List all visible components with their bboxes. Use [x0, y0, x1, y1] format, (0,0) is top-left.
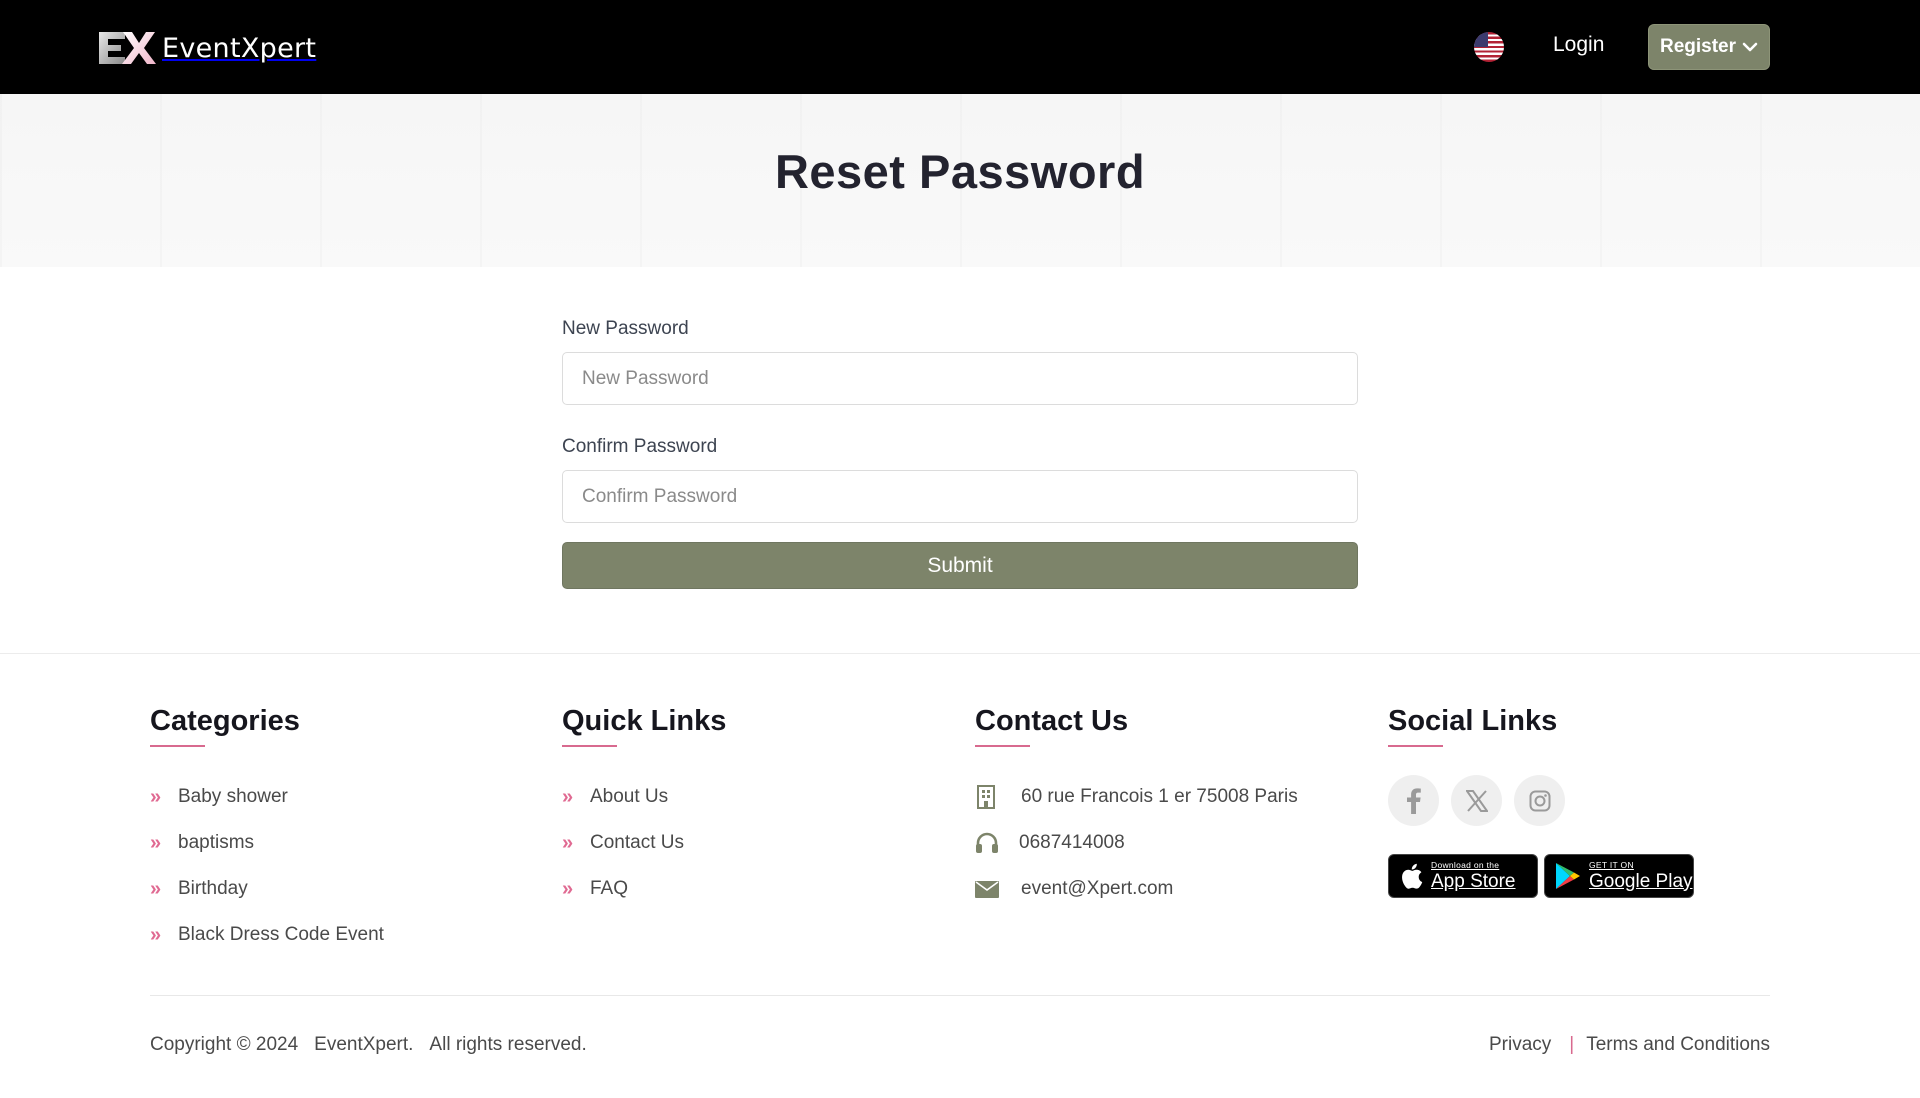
submit-button[interactable]: Submit [562, 542, 1358, 589]
copyright-text: Copyright © 2024 [150, 1034, 299, 1055]
register-label: Register [1659, 36, 1737, 57]
list-item: » Baby shower [150, 774, 384, 820]
google-play-button[interactable]: GET IT ON Google Play [1544, 854, 1694, 898]
categories-title: Categories [150, 705, 300, 737]
copyright: Copyright © 2024 EventXpert. All rights … [150, 1034, 587, 1056]
double-chevron-right-icon: » [150, 831, 161, 854]
new-password-input[interactable] [562, 352, 1358, 405]
double-chevron-right-icon: » [150, 877, 161, 900]
list-item: » Birthday [150, 866, 384, 912]
brand-logo[interactable]: EventXpert [99, 28, 316, 68]
category-link[interactable]: Birthday [178, 878, 248, 900]
contact-phone: 0687414008 [975, 820, 1298, 866]
copyright-brand: EventXpert. [314, 1034, 414, 1055]
building-icon [975, 785, 1021, 809]
category-link[interactable]: Baby shower [178, 786, 288, 808]
double-chevron-right-icon: » [562, 785, 573, 808]
contact-title: Contact Us [975, 705, 1129, 737]
footer-divider [0, 653, 1920, 654]
apple-icon [1402, 863, 1423, 889]
contact-address: 60 rue Francois 1 er 75008 Paris [975, 774, 1298, 820]
page-title: Reset Password [774, 145, 1146, 198]
facebook-icon[interactable] [1388, 775, 1439, 826]
list-item: » Black Dress Code Event [150, 912, 384, 958]
new-password-label: New Password [562, 318, 689, 339]
contact-us-link[interactable]: Contact Us [590, 832, 684, 854]
footer-quick-links: Quick Links » About Us » Contact Us » FAQ [562, 703, 726, 912]
list-item: » FAQ [562, 866, 726, 912]
categories-list: » Baby shower » baptisms » Birthday » Black … [150, 774, 384, 958]
title-underline [150, 745, 205, 747]
list-item: » Contact Us [562, 820, 726, 866]
category-link[interactable]: Black Dress Code Event [178, 924, 384, 946]
footer-categories: Categories » Baby shower » baptisms » Birth… [150, 703, 384, 958]
terms-link[interactable]: Terms and Conditions [1586, 1034, 1770, 1056]
quick-links-title: Quick Links [562, 705, 727, 737]
double-chevron-right-icon: » [562, 877, 573, 900]
double-chevron-right-icon: » [150, 923, 161, 946]
legal-separator: | [1569, 1034, 1575, 1055]
address-text: 60 rue Francois 1 er 75008 Paris [1021, 786, 1298, 807]
app-store-badges: Download on the App Store GET IT ON Goog… [1388, 854, 1694, 898]
google-play-icon [1556, 863, 1580, 889]
ex-logo-icon [99, 32, 156, 64]
about-us-link[interactable]: About Us [590, 786, 668, 808]
double-chevron-right-icon: » [562, 831, 573, 854]
social-icons [1388, 775, 1694, 826]
brand-name: EventXpert [162, 32, 317, 64]
instagram-icon[interactable] [1514, 775, 1565, 826]
page-banner: Reset Password [0, 94, 1920, 267]
top-navbar: EventXpert Login Register [0, 0, 1920, 94]
contact-list: 60 rue Francois 1 er 75008 Paris 0687414… [975, 774, 1298, 912]
chevron-down-icon [1742, 42, 1758, 52]
bottom-divider [150, 995, 1770, 996]
reset-password-form: New Password Confirm Password Submit [562, 318, 1358, 589]
us-flag-icon[interactable] [1474, 32, 1504, 62]
faq-link[interactable]: FAQ [590, 878, 628, 900]
contact-email: event@Xpert.com [975, 866, 1298, 912]
login-link[interactable]: Login [1553, 33, 1604, 57]
copyright-rights: All rights reserved. [429, 1034, 587, 1055]
app-store-button[interactable]: Download on the App Store [1388, 854, 1538, 898]
privacy-link[interactable]: Privacy [1489, 1034, 1551, 1056]
register-dropdown-button[interactable]: Register [1648, 24, 1770, 70]
quick-links-list: » About Us » Contact Us » FAQ [562, 774, 726, 912]
headphones-icon [975, 832, 1019, 854]
envelope-icon [975, 880, 1021, 898]
title-underline [562, 745, 617, 747]
title-underline [975, 745, 1030, 747]
footer-social: Social Links Download on the App Store G… [1388, 703, 1694, 898]
title-underline [1388, 745, 1443, 747]
app-store-caption: Download on the [1431, 860, 1500, 871]
phone-link[interactable]: 0687414008 [1019, 832, 1125, 854]
google-play-caption: GET IT ON [1589, 860, 1634, 871]
double-chevron-right-icon: » [150, 785, 161, 808]
email-link[interactable]: event@Xpert.com [1021, 878, 1173, 900]
x-icon[interactable] [1451, 775, 1502, 826]
google-play-label: Google Play [1589, 870, 1693, 892]
list-item: » About Us [562, 774, 726, 820]
app-store-label: App Store [1431, 870, 1516, 892]
confirm-password-input[interactable] [562, 470, 1358, 523]
social-title: Social Links [1388, 705, 1558, 737]
list-item: » baptisms [150, 820, 384, 866]
legal-links: Privacy | Terms and Conditions [1489, 1034, 1770, 1056]
confirm-password-label: Confirm Password [562, 436, 718, 457]
footer-contact: Contact Us 60 rue Francois 1 er 75008 Pa… [975, 703, 1298, 912]
category-link[interactable]: baptisms [178, 832, 254, 854]
